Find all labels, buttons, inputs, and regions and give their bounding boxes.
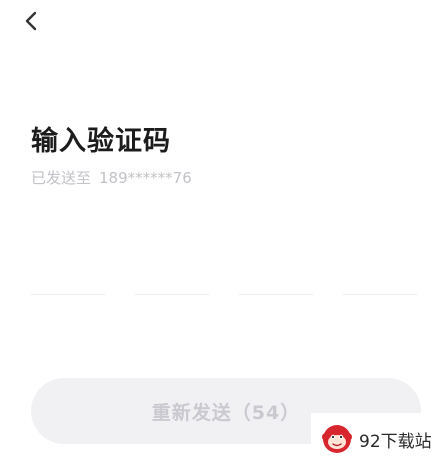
code-digit-2[interactable] — [135, 278, 209, 295]
code-digit-1[interactable] — [31, 278, 105, 295]
chevron-left-icon — [18, 8, 46, 36]
code-digit-3[interactable] — [239, 278, 313, 295]
verification-screen: 输入验证码 已发送至 189******76 重新发送（54） 92下载站 — [0, 0, 448, 465]
masked-phone-number: 189******76 — [99, 169, 192, 187]
watermark-text: 92下载站 — [359, 431, 432, 452]
code-digit-4[interactable] — [343, 278, 417, 295]
sent-to-label: 已发送至 — [31, 169, 92, 187]
monkey-logo-icon — [321, 423, 353, 455]
page-title: 输入验证码 — [31, 126, 171, 157]
back-button[interactable] — [18, 8, 46, 36]
verification-code-input — [31, 278, 417, 295]
watermark: 92下载站 — [311, 413, 448, 465]
sent-to-line: 已发送至 189******76 — [31, 167, 192, 188]
